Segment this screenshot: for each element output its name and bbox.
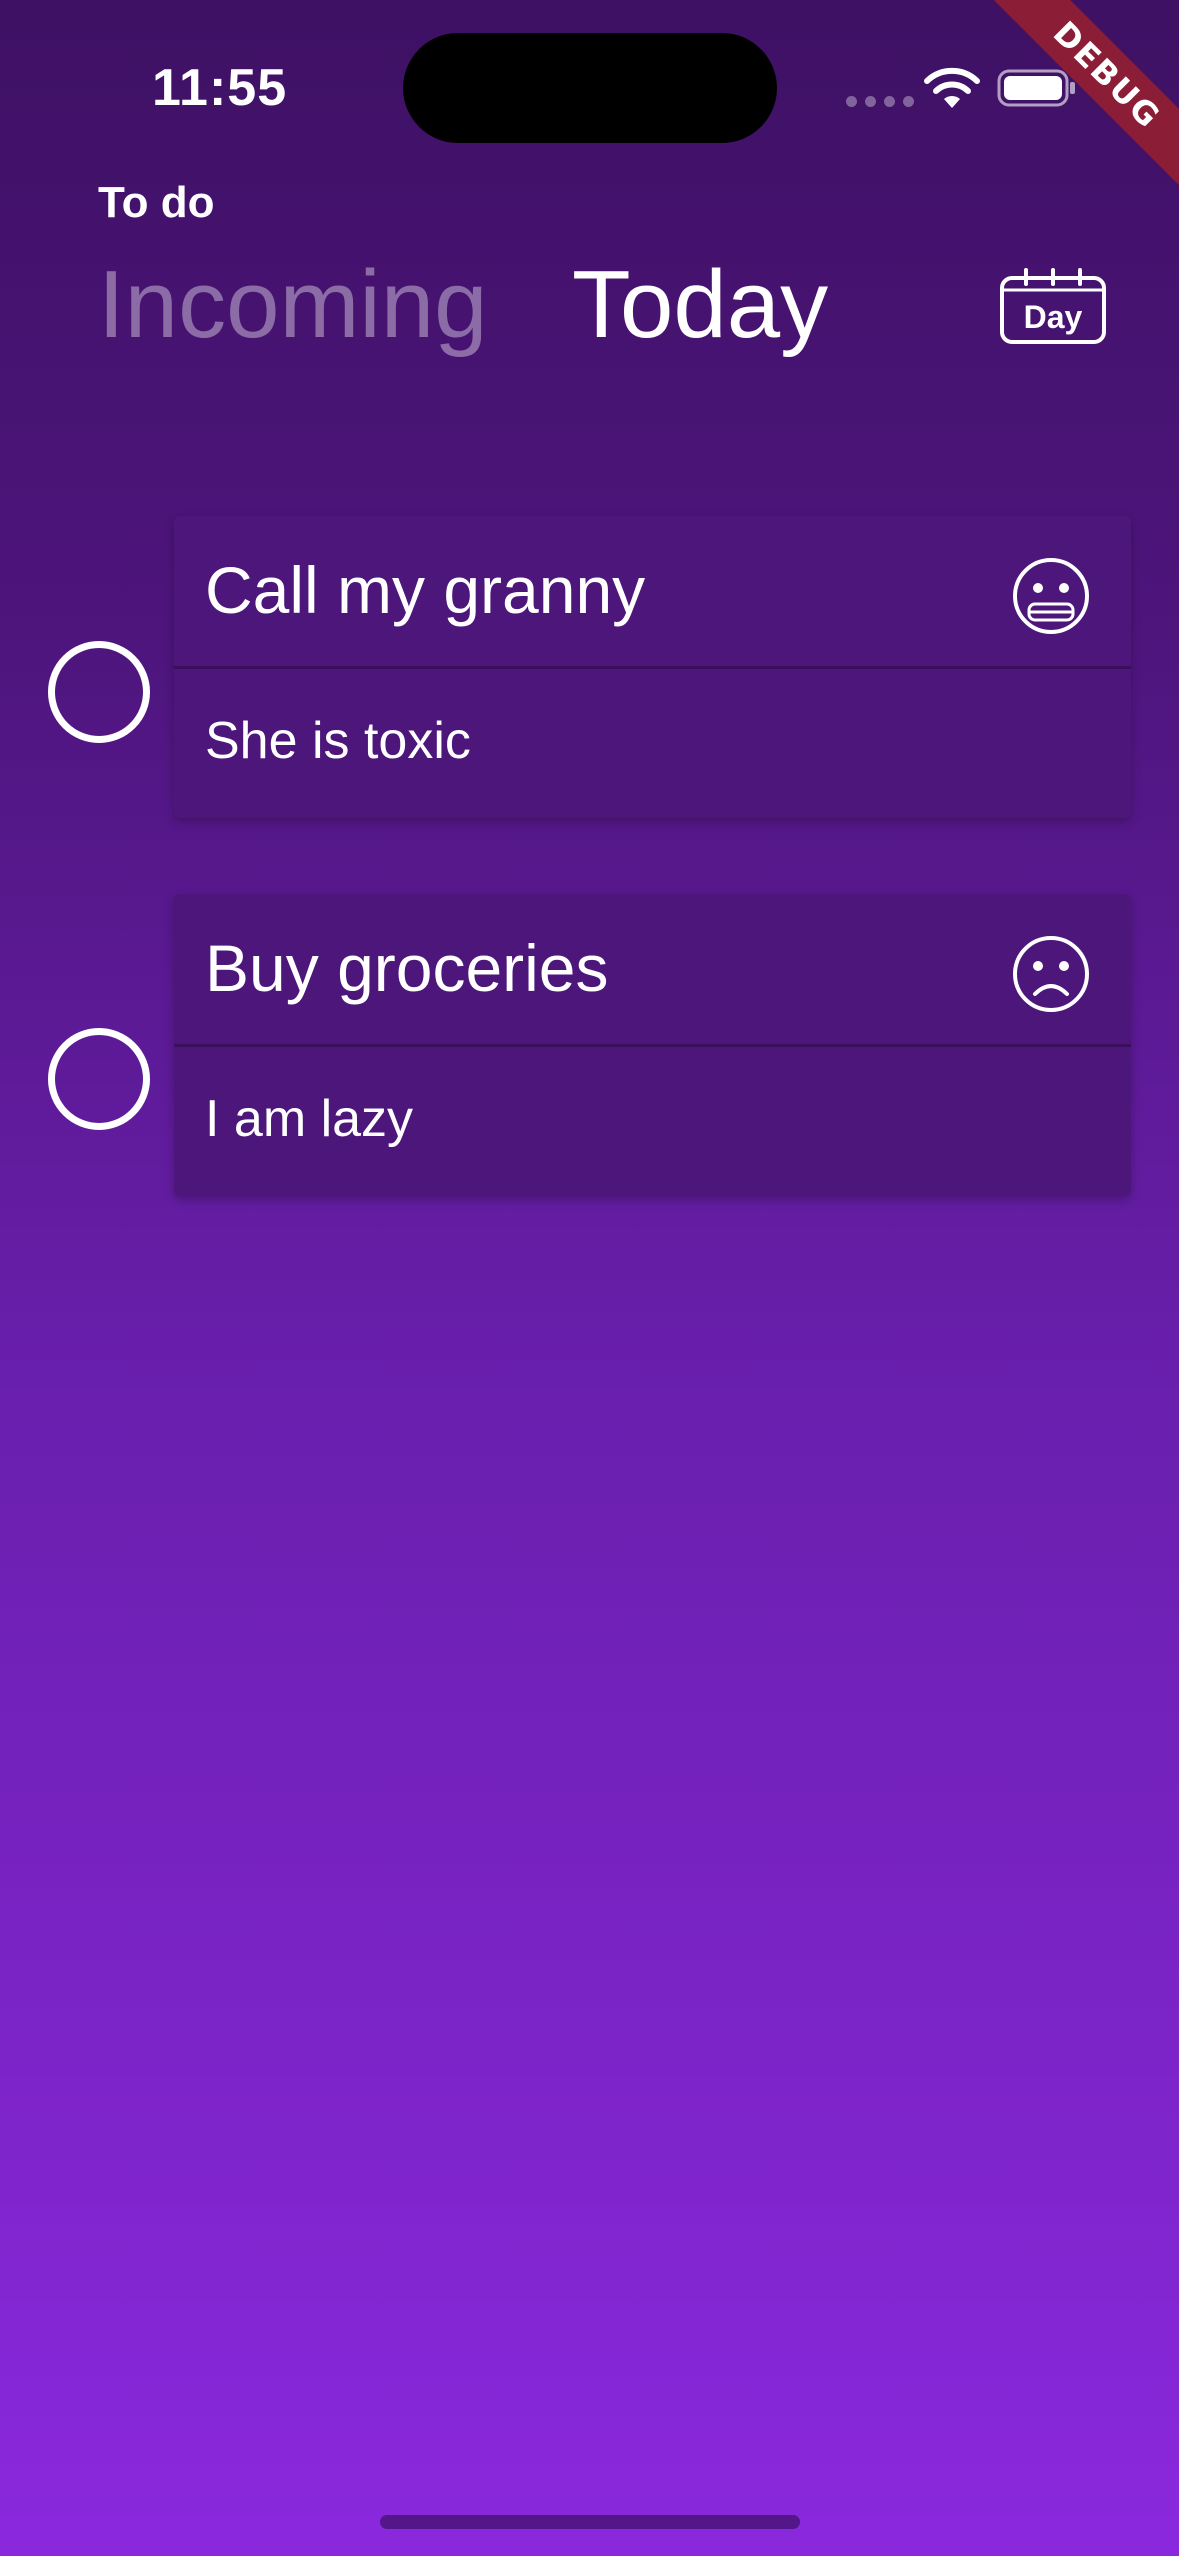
home-indicator[interactable] bbox=[380, 2515, 800, 2529]
grimacing-face-icon bbox=[1013, 558, 1089, 634]
task-card[interactable]: Buy groceries I am lazy bbox=[174, 894, 1131, 1196]
dynamic-island bbox=[403, 33, 777, 143]
task-complete-checkbox[interactable] bbox=[48, 641, 150, 743]
task-divider bbox=[174, 1044, 1131, 1047]
task-title: Call my granny bbox=[205, 553, 646, 627]
tab-incoming[interactable]: Incoming bbox=[98, 250, 488, 360]
day-calendar-button[interactable]: Day bbox=[998, 268, 1108, 348]
task-note: She is toxic bbox=[205, 712, 471, 770]
status-time: 11:55 bbox=[152, 59, 288, 117]
sad-face-icon bbox=[1013, 936, 1089, 1012]
task-title: Buy groceries bbox=[205, 931, 609, 1005]
task-card[interactable]: Call my granny She is toxic bbox=[174, 516, 1131, 818]
task-complete-checkbox[interactable] bbox=[48, 1028, 150, 1130]
cellular-signal-icon bbox=[846, 96, 914, 107]
tab-today[interactable]: Today bbox=[572, 250, 828, 360]
debug-banner: DEBUG bbox=[959, 0, 1179, 220]
debug-banner-label: DEBUG bbox=[974, 0, 1179, 208]
task-divider bbox=[174, 666, 1131, 669]
day-button-label: Day bbox=[1024, 299, 1083, 335]
task-note: I am lazy bbox=[205, 1090, 414, 1148]
app-title: To do bbox=[98, 178, 215, 227]
